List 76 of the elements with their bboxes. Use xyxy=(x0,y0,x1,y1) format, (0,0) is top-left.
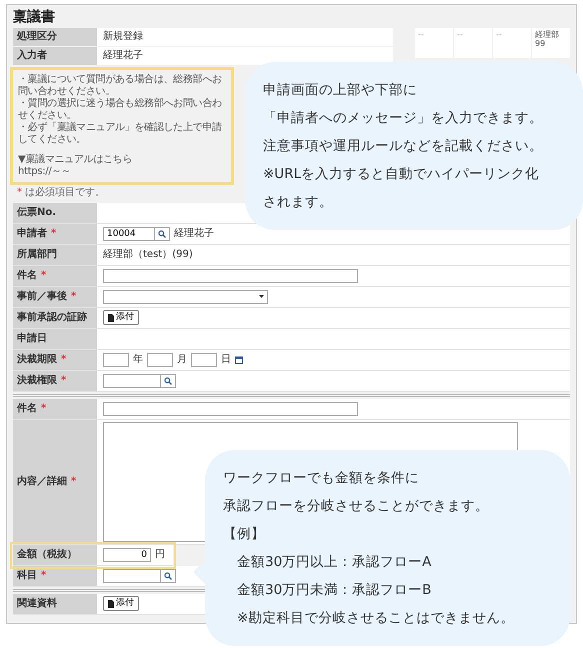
approval-stamp-cell: -- xyxy=(493,28,531,58)
field-label: 件名 xyxy=(17,268,37,284)
callout-line: ※勘定科目で分岐させることはできません。 xyxy=(236,609,516,628)
attach-button[interactable]: 添付 xyxy=(103,596,139,612)
required-note: は必須項目です。 xyxy=(25,186,105,200)
calendar-icon xyxy=(235,356,243,364)
search-button[interactable] xyxy=(154,226,170,241)
callout-line: されます。 xyxy=(263,193,334,212)
field-label: 所属部門 xyxy=(13,244,97,265)
document-icon xyxy=(108,314,114,322)
date-unit: 日 xyxy=(221,353,231,368)
required-mark: * xyxy=(61,374,66,388)
approval-stamp-cell: -- xyxy=(415,28,453,58)
date-input[interactable] xyxy=(147,352,173,367)
field-label: 決裁期限 xyxy=(17,352,57,368)
field-label: 申請者 xyxy=(17,226,47,242)
field-label: 件名 xyxy=(17,402,37,416)
form-title: 稟議書 xyxy=(13,9,56,26)
required-mark: * xyxy=(71,475,76,490)
search-icon xyxy=(164,572,172,580)
field-value: 経理部（test）(99) xyxy=(103,248,193,262)
currency-unit: 円 xyxy=(155,548,165,562)
callout-line: ワークフローでも金額を条件に xyxy=(223,469,420,488)
search-input[interactable] xyxy=(103,568,161,583)
text-input[interactable] xyxy=(103,402,358,416)
applicant-name: 経理花子 xyxy=(174,226,214,242)
amount-input[interactable]: 0 xyxy=(103,548,151,562)
select-field[interactable] xyxy=(103,290,268,304)
field-value: 経理花子 xyxy=(97,46,393,65)
callout-line: 「申請者へのメッセージ」を入力できます。 xyxy=(263,109,544,128)
callout-line: 金額30万円未満：承認フローB xyxy=(236,581,432,600)
required-mark: * xyxy=(71,290,76,304)
code-input[interactable]: 10004 xyxy=(103,226,155,241)
search-input[interactable] xyxy=(103,374,161,388)
field-value: 新規登録 xyxy=(97,28,393,46)
callout-line: 【例】 xyxy=(223,525,266,544)
callout-line: 金額30万円以上：承認フローA xyxy=(236,553,432,572)
required-mark: * xyxy=(51,227,56,242)
field-label: 伝票No. xyxy=(13,202,97,223)
callout-line: 注意事項や運用ルールなどを記載ください。 xyxy=(263,137,544,156)
search-icon xyxy=(164,376,172,385)
field-label: 申請日 xyxy=(13,328,97,349)
field-label: 内容／詳細 xyxy=(17,474,67,490)
text-input[interactable] xyxy=(103,268,358,283)
field-label: 処理区分 xyxy=(13,28,97,46)
callout-line: 申請画面の上部や下部に xyxy=(263,81,418,100)
approval-stamp-cell: -- xyxy=(454,28,492,58)
date-input[interactable] xyxy=(191,352,217,367)
field-label: 関連資料 xyxy=(13,594,97,614)
date-unit: 月 xyxy=(177,353,187,368)
field-label: 金額（税抜） xyxy=(13,544,97,565)
document-icon xyxy=(108,600,114,608)
required-mark: * xyxy=(41,569,46,584)
field-label: 事前承認の証跡 xyxy=(13,308,97,328)
required-mark: * xyxy=(41,269,46,284)
manual-link[interactable]: https://～～ xyxy=(18,166,71,177)
approval-stamp-cell: 経理部 99 xyxy=(532,28,570,58)
field-label: 決裁権限 xyxy=(17,374,57,388)
manual-link-label: ▼稟議マニュアルはこちら xyxy=(18,154,134,166)
field-label: 事前／事後 xyxy=(17,290,67,304)
required-mark: * xyxy=(41,402,46,416)
required-mark: * xyxy=(17,186,22,200)
field-label: 入力者 xyxy=(13,46,97,65)
date-unit: 年 xyxy=(133,353,143,368)
search-icon xyxy=(158,230,166,238)
field-label: 科目 xyxy=(17,568,37,584)
callout-line: 承認フローを分岐させることができます。 xyxy=(223,497,490,516)
message-line: ・必ず「稟議マニュアル」を確認した上で申請してください。 xyxy=(18,122,223,146)
attach-button[interactable]: 添付 xyxy=(103,310,139,326)
callout-line: ※URLを入力すると自動でハイパーリンク化 xyxy=(263,165,540,184)
message-line: ・質問の選択に迷う場合も総務部へお問い合わせください。 xyxy=(18,98,223,122)
search-button[interactable] xyxy=(160,374,176,388)
caret-icon xyxy=(259,295,264,298)
required-mark: * xyxy=(61,353,66,368)
message-line: ・稟議について質問がある場合は、総務部へお問い合わせください。 xyxy=(18,74,223,98)
date-input[interactable] xyxy=(103,352,129,367)
